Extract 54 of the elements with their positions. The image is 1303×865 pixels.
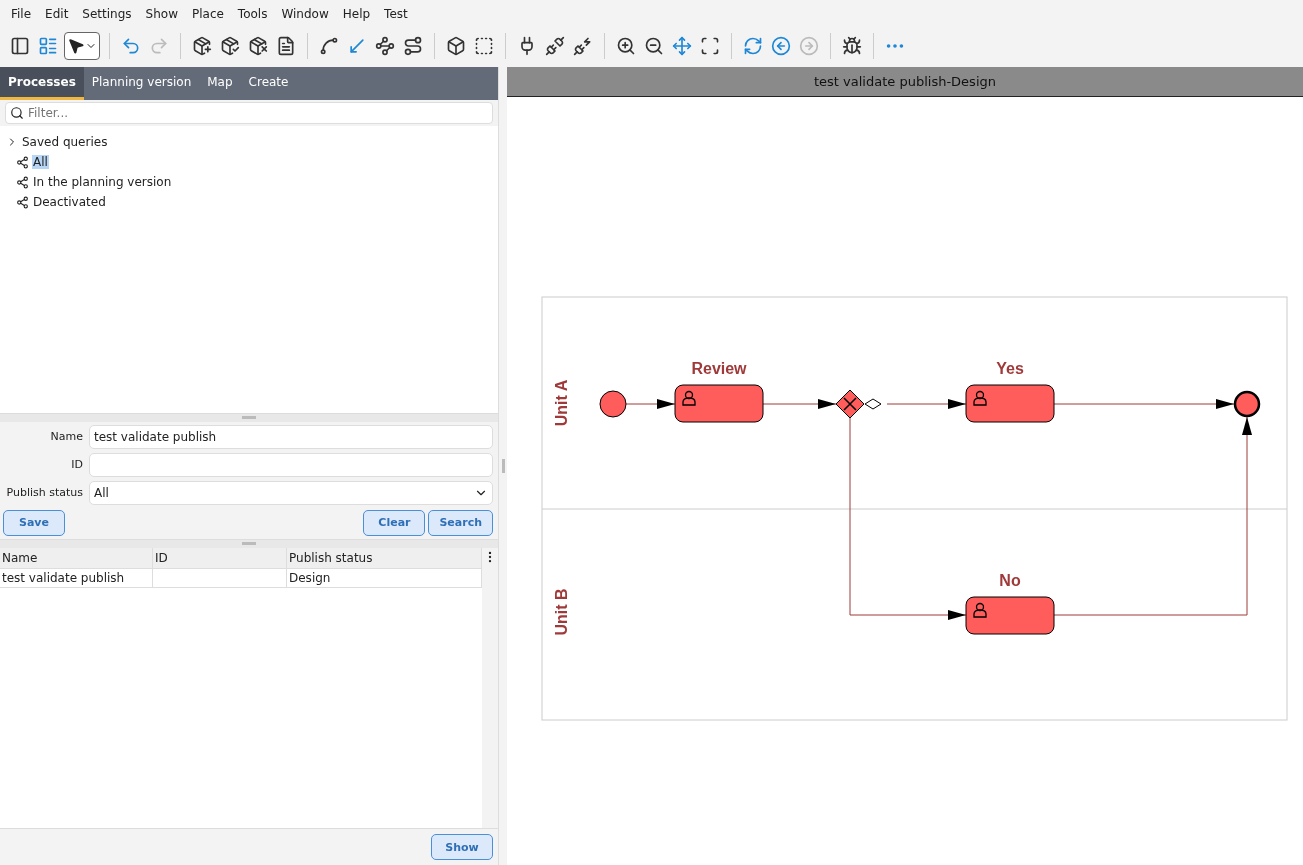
- tab[interactable]: Map: [199, 67, 241, 100]
- person-icon: [973, 602, 987, 618]
- menu-item[interactable]: Tools: [230, 6, 275, 21]
- pointer-icon: [67, 37, 85, 55]
- task-shape[interactable]: [674, 384, 764, 423]
- column-header[interactable]: ID: [153, 547, 287, 568]
- tree-item[interactable]: In the planning version: [32, 175, 173, 189]
- filter-field[interactable]: Filter...: [5, 102, 493, 124]
- flow-arrow: [625, 399, 676, 409]
- tree-item[interactable]: Saved queries: [21, 135, 109, 149]
- show-button[interactable]: Show: [431, 834, 493, 860]
- query-icon: [16, 175, 29, 189]
- menu-item[interactable]: Settings: [75, 6, 139, 21]
- query-icon: [16, 155, 29, 169]
- start-event[interactable]: [599, 390, 627, 418]
- lane-label: Unit A: [553, 379, 570, 427]
- menu-item[interactable]: Test: [377, 6, 415, 21]
- menu-item[interactable]: Help: [335, 6, 378, 21]
- form-button[interactable]: Clear: [363, 509, 426, 536]
- task-label: No: [999, 572, 1021, 589]
- person-icon: [973, 390, 987, 406]
- menu-item[interactable]: File: [4, 6, 39, 21]
- tree-item[interactable]: All: [32, 155, 49, 169]
- tree-item[interactable]: Deactivated: [32, 195, 107, 209]
- lane-label: Unit B: [553, 588, 570, 636]
- diamond-marker: [864, 398, 882, 410]
- status-select[interactable]: All: [89, 480, 493, 505]
- search-icon: [10, 106, 24, 120]
- task-shape[interactable]: [965, 384, 1055, 423]
- form-button[interactable]: Search: [428, 509, 493, 536]
- person-icon: [682, 390, 696, 406]
- column-header[interactable]: Name: [0, 547, 153, 568]
- end-event[interactable]: [1233, 390, 1261, 418]
- tab[interactable]: Create: [240, 67, 297, 100]
- input-field[interactable]: test validate publish: [89, 424, 493, 449]
- save-button[interactable]: Save: [3, 509, 65, 536]
- diagram-title: test validate publish-Design: [507, 67, 1303, 97]
- tab[interactable]: Planning version: [83, 67, 200, 100]
- menu-item[interactable]: Place: [184, 6, 231, 21]
- gateway-shape[interactable]: [835, 389, 865, 419]
- menu-item[interactable]: Edit: [38, 6, 76, 21]
- task-label: Review: [691, 360, 747, 377]
- task-shape[interactable]: [965, 596, 1055, 635]
- pointer-dropdown[interactable]: [64, 32, 100, 60]
- tab[interactable]: Processes: [0, 67, 84, 100]
- menu-item[interactable]: Show: [138, 6, 185, 21]
- field-label: ID: [70, 458, 83, 471]
- menu-item[interactable]: Window: [274, 6, 336, 21]
- table-cell: test validate publish: [0, 568, 153, 587]
- input-field[interactable]: [89, 452, 493, 477]
- field-label: Publish status: [5, 486, 83, 499]
- task-label: Yes: [996, 360, 1024, 377]
- query-icon: [16, 195, 29, 209]
- field-label: Name: [49, 430, 83, 443]
